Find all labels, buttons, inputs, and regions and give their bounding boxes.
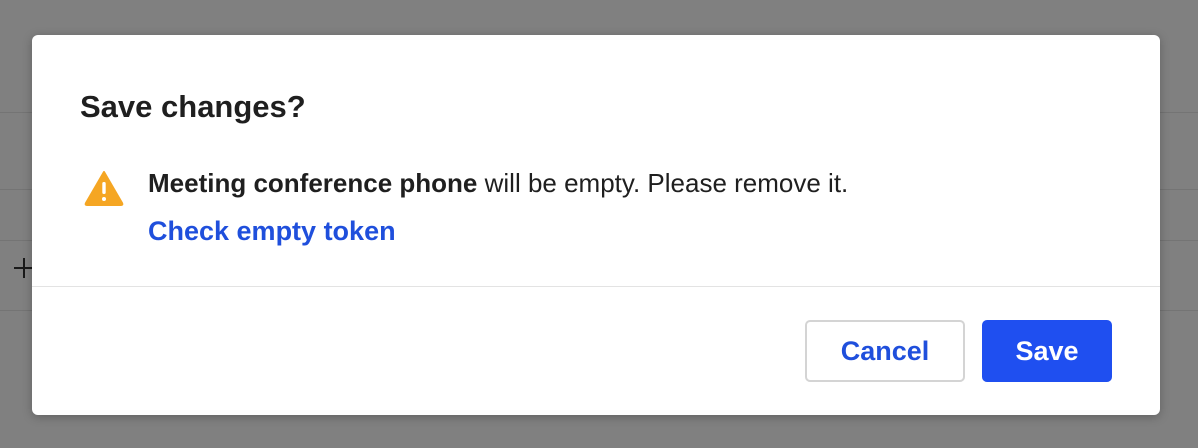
modal-backdrop[interactable]: Save changes? Meeting conference phone w…	[0, 0, 1198, 448]
dialog-divider	[32, 286, 1160, 287]
background-add-icon	[14, 258, 34, 278]
cancel-button[interactable]: Cancel	[805, 320, 965, 382]
warning-icon	[84, 171, 124, 206]
warning-text: will be empty. Please remove it.	[477, 168, 849, 198]
dialog-title: Save changes?	[80, 89, 306, 124]
check-empty-token-link[interactable]: Check empty token	[148, 213, 396, 249]
save-button[interactable]: Save	[982, 320, 1112, 382]
empty-field-name: Meeting conference phone	[148, 168, 478, 198]
save-changes-dialog: Save changes? Meeting conference phone w…	[32, 35, 1160, 415]
warning-message: Meeting conference phone will be empty. …	[148, 165, 848, 201]
